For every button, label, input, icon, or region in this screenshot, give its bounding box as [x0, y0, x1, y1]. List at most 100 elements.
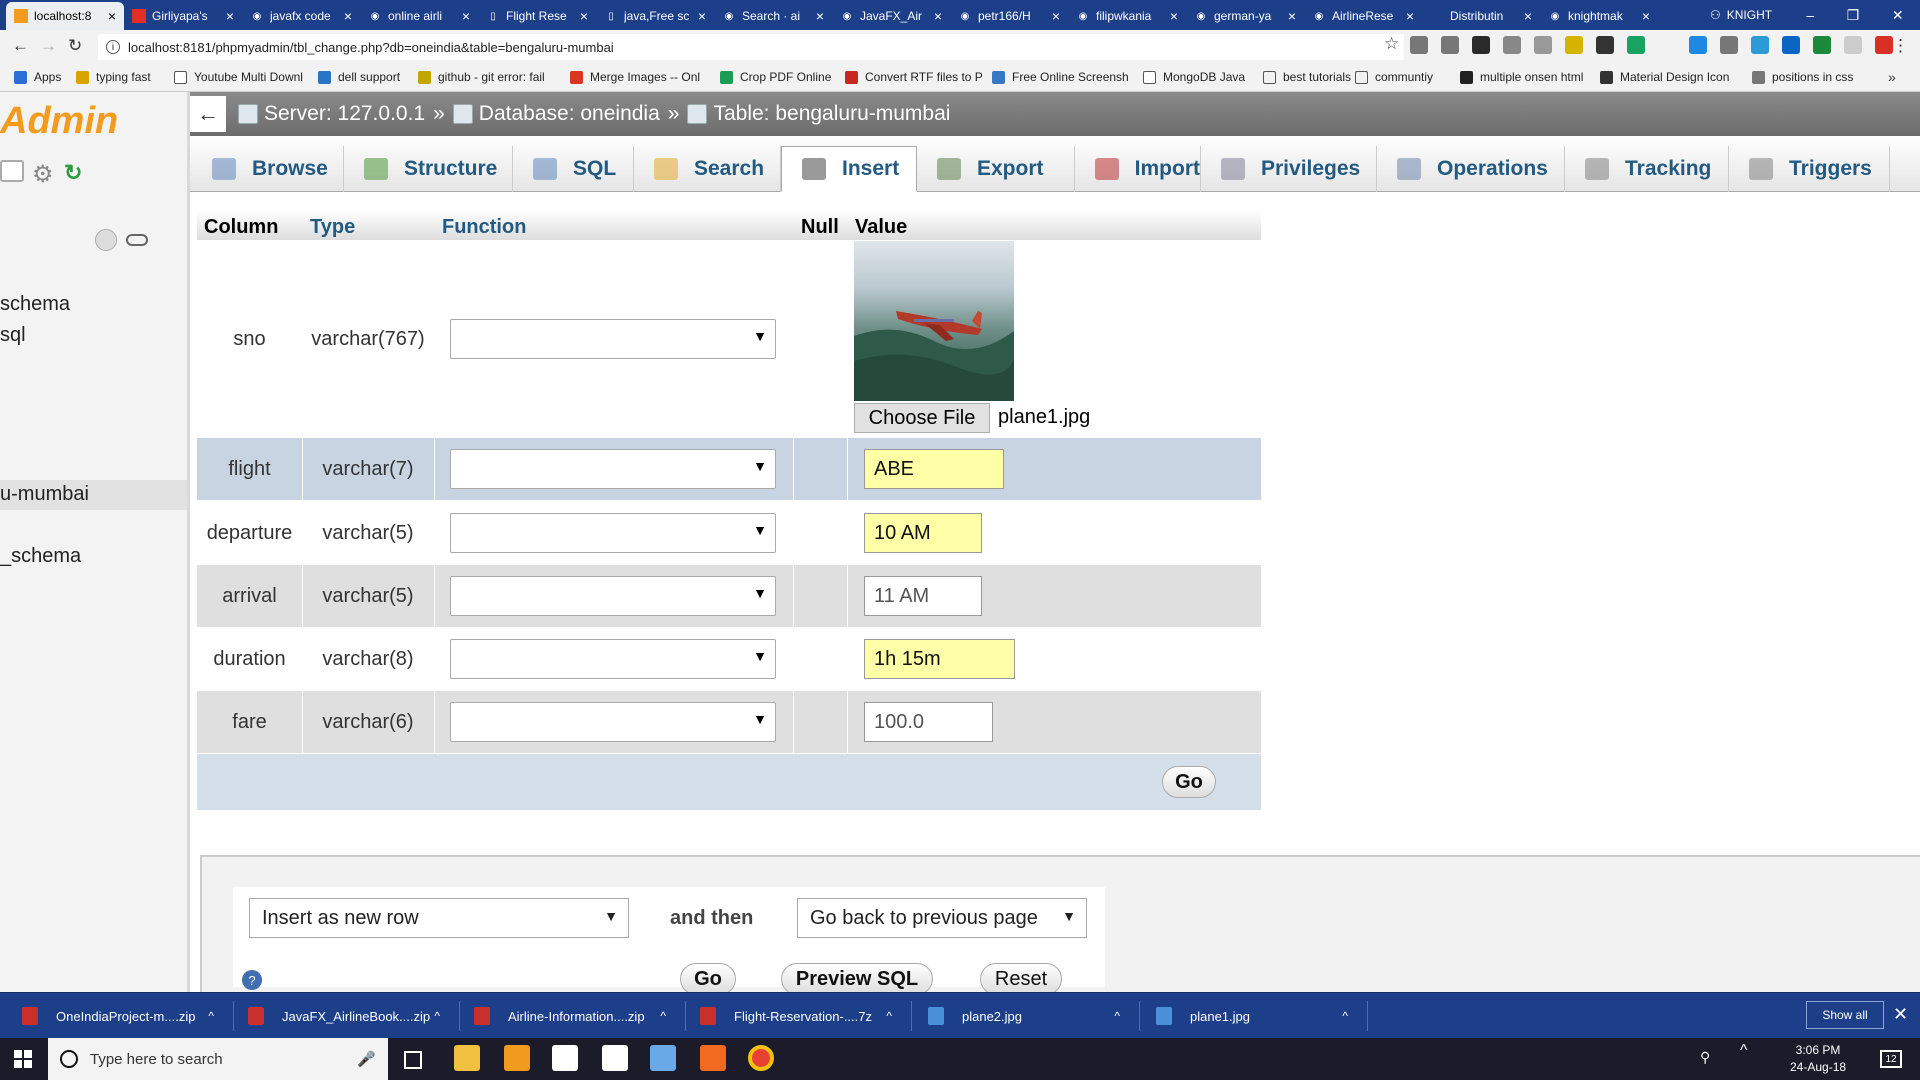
function-select[interactable]: ▼	[450, 449, 776, 489]
bookmark-item[interactable]: multiple onsen html	[1460, 70, 1583, 84]
tab-close-icon[interactable]: ×	[1288, 8, 1296, 24]
function-select[interactable]: ▼	[450, 513, 776, 553]
tab-close-icon[interactable]: ×	[1524, 8, 1532, 24]
tab-insert[interactable]: Insert	[781, 146, 917, 192]
action-center-icon[interactable]: 12	[1880, 1050, 1902, 1068]
maximize-icon[interactable]: ❐	[1847, 7, 1860, 24]
browser-tab[interactable]: ◉ AirlineRese ×	[1304, 2, 1422, 30]
tab-close-icon[interactable]: ×	[108, 8, 116, 24]
nav-item-performance-schema[interactable]: _schema	[0, 545, 81, 568]
value-input-flight[interactable]: ABE	[864, 449, 1004, 489]
collapse-nav-icon[interactable]: ←	[190, 96, 226, 132]
extension-icon[interactable]	[1875, 36, 1893, 54]
reload-icon[interactable]: ↻	[68, 36, 82, 56]
extension-icon[interactable]	[1844, 36, 1862, 54]
function-select[interactable]: ▼	[450, 576, 776, 616]
crumb-database[interactable]: Database: oneindia	[452, 102, 660, 126]
bookmark-star-icon[interactable]: ☆	[1384, 34, 1399, 54]
extension-icon[interactable]	[1565, 36, 1583, 54]
taskbar-search-box[interactable]: Type here to search 🎤	[48, 1038, 388, 1080]
browser-tab[interactable]: ◉ javafx code ×	[242, 2, 360, 30]
download-item[interactable]: OneIndiaProject-m....zip ^	[22, 993, 234, 1039]
tab-close-icon[interactable]: ×	[1052, 8, 1060, 24]
bookmark-item[interactable]: Crop PDF Online	[720, 70, 831, 84]
chevron-up-icon[interactable]: ^	[1342, 1009, 1348, 1023]
windows-start-icon[interactable]	[14, 1050, 32, 1068]
system-clock[interactable]: 3:06 PM 24-Aug-18	[1790, 1042, 1846, 1076]
download-item[interactable]: JavaFX_AirlineBook....zip ^	[248, 993, 460, 1039]
tab-close-icon[interactable]: ×	[462, 8, 470, 24]
tab-sql[interactable]: SQL	[513, 146, 634, 192]
chevron-up-icon[interactable]: ^	[434, 1009, 440, 1023]
bottom-go-button[interactable]: Go	[680, 963, 736, 995]
extension-icon[interactable]	[1658, 36, 1676, 54]
browser-tab[interactable]: ▯ java,Free sc ×	[596, 2, 714, 30]
tab-close-icon[interactable]: ×	[1170, 8, 1178, 24]
function-select[interactable]: ▼	[450, 702, 776, 742]
tab-browse[interactable]: Browse	[192, 146, 344, 192]
show-all-downloads-button[interactable]: Show all	[1806, 1001, 1884, 1029]
header-function[interactable]: Function	[442, 216, 526, 239]
extension-icon[interactable]	[1410, 36, 1428, 54]
tab-close-icon[interactable]: ×	[1642, 8, 1650, 24]
function-select[interactable]: ▼	[450, 639, 776, 679]
extension-icon[interactable]	[1627, 36, 1645, 54]
forward-icon[interactable]: →	[40, 36, 57, 56]
profile-badge[interactable]: ⚇ KNIGHT	[1710, 0, 1772, 30]
bookmark-item[interactable]: typing fast	[76, 70, 151, 84]
bookmark-item[interactable]: Merge Images -- Onl	[570, 70, 700, 84]
bookmark-item[interactable]: positions in css	[1752, 70, 1853, 84]
after-insert-select[interactable]: Go back to previous page ▼	[797, 898, 1087, 938]
function-select[interactable]: ▼	[450, 319, 776, 359]
extension-icon[interactable]	[1596, 36, 1614, 54]
bookmark-item[interactable]: best tutorials	[1263, 70, 1351, 84]
tab-close-icon[interactable]: ×	[580, 8, 588, 24]
extension-icon[interactable]	[1813, 36, 1831, 54]
extension-icon[interactable]	[1472, 36, 1490, 54]
more-bookmarks-icon[interactable]: »	[1888, 69, 1896, 85]
extension-icon[interactable]	[1441, 36, 1459, 54]
collapse-all-icon[interactable]	[95, 229, 117, 251]
bookmark-item[interactable]: Youtube Multi Downl	[174, 70, 303, 84]
close-downloads-icon[interactable]: ✕	[1893, 1004, 1908, 1025]
chrome-icon[interactable]	[748, 1045, 774, 1071]
nav-item-sql[interactable]: sql	[0, 324, 26, 347]
crumb-server[interactable]: Server: 127.0.0.1	[238, 102, 425, 126]
tab-tracking[interactable]: Tracking	[1565, 146, 1729, 192]
nav-item-bengaluru-mumbai[interactable]: u-mumbai	[0, 483, 89, 506]
browser-tab[interactable]: ◉ filipwkania ×	[1068, 2, 1186, 30]
chevron-up-icon[interactable]: ^	[886, 1009, 892, 1023]
minimize-icon[interactable]: –	[1806, 7, 1814, 23]
chevron-up-icon[interactable]: ^	[208, 1009, 214, 1023]
crumb-table[interactable]: Table: bengaluru-mumbai	[687, 102, 950, 126]
help-icon[interactable]: ?	[242, 970, 262, 990]
tab-close-icon[interactable]: ×	[1406, 8, 1414, 24]
address-bar[interactable]: i localhost:8181/phpmyadmin/tbl_change.p…	[98, 34, 1404, 60]
extension-icon[interactable]	[1503, 36, 1521, 54]
bookmark-item[interactable]: MongoDB Java	[1143, 70, 1245, 84]
value-input-departure[interactable]: 10 AM	[864, 513, 982, 553]
browser-tab[interactable]: ▯ Flight Rese ×	[478, 2, 596, 30]
phpmyadmin-logo[interactable]: Admin	[0, 100, 118, 143]
reset-button[interactable]: Reset	[980, 963, 1062, 995]
bookmark-item[interactable]: dell support	[318, 70, 400, 84]
tab-export[interactable]: Export	[917, 146, 1075, 192]
preview-sql-button[interactable]: Preview SQL	[781, 963, 933, 995]
browser-tab[interactable]: ◉ online airli ×	[360, 2, 478, 30]
back-icon[interactable]: ←	[12, 36, 29, 56]
tab-privileges[interactable]: Privileges	[1201, 146, 1377, 192]
refresh-icon[interactable]: ↻	[64, 160, 82, 186]
go-button[interactable]: Go	[1162, 766, 1216, 798]
tab-import[interactable]: Import	[1075, 146, 1201, 192]
file-explorer-icon[interactable]	[454, 1045, 480, 1071]
bookmark-item[interactable]: Apps	[14, 70, 61, 84]
download-item[interactable]: plane1.jpg ^	[1156, 993, 1368, 1039]
tab-close-icon[interactable]: ×	[226, 8, 234, 24]
link-icon[interactable]	[126, 234, 148, 246]
extension-icon[interactable]	[1751, 36, 1769, 54]
tab-close-icon[interactable]: ×	[698, 8, 706, 24]
browser-tab[interactable]: Distributin ×	[1422, 2, 1540, 30]
browser-tab[interactable]: ◉ german-ya ×	[1186, 2, 1304, 30]
settings-gear-icon[interactable]: ⚙	[32, 160, 54, 189]
chevron-up-icon[interactable]: ^	[660, 1009, 666, 1023]
